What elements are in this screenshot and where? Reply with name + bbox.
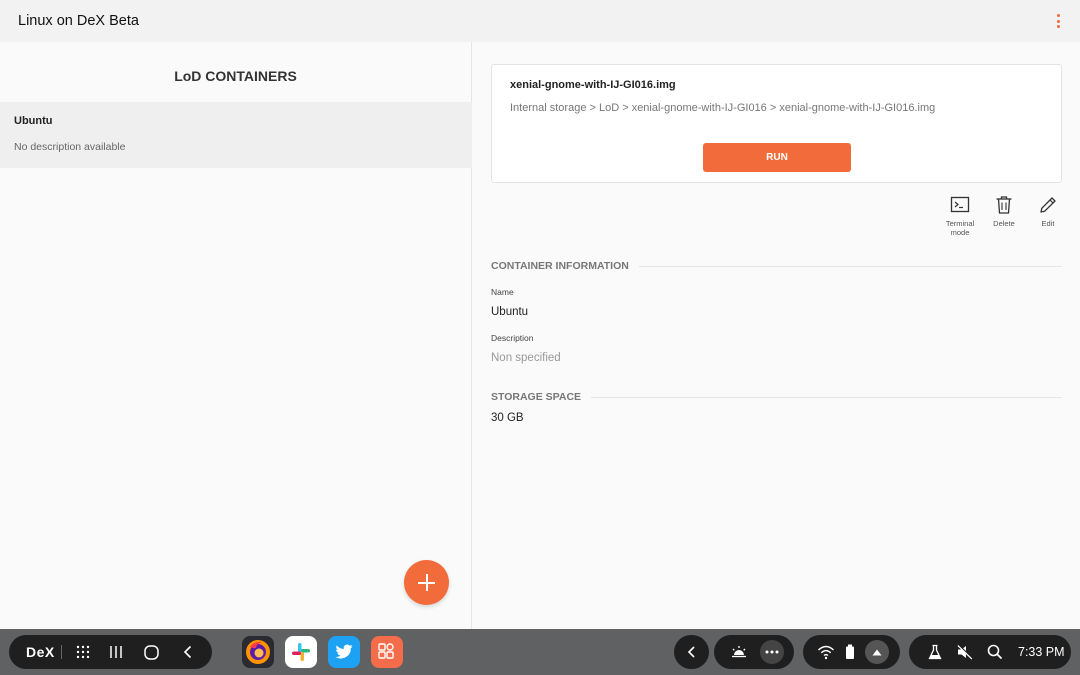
- apps-grid-icon[interactable]: [68, 644, 98, 660]
- terminal-icon: [950, 196, 970, 213]
- edit-button[interactable]: Edit: [1030, 194, 1066, 237]
- home-icon[interactable]: [134, 644, 170, 661]
- container-name: Ubuntu: [14, 115, 53, 127]
- overflow-menu-icon[interactable]: [1050, 12, 1066, 30]
- beaker-icon[interactable]: [927, 644, 943, 660]
- section-divider: [591, 396, 1062, 398]
- image-card: xenial-gnome-with-IJ-GI016.img Internal …: [491, 64, 1062, 183]
- twitter-icon[interactable]: [328, 636, 360, 668]
- run-button[interactable]: RUN: [703, 143, 851, 172]
- description-label: Description: [491, 333, 534, 343]
- name-value: Ubuntu: [491, 306, 529, 318]
- back-icon[interactable]: [170, 644, 206, 660]
- container-information-heading: CONTAINER INFORMATION: [491, 260, 629, 272]
- add-container-button[interactable]: [404, 560, 449, 605]
- recent-apps-icon[interactable]: [98, 644, 134, 660]
- edit-label: Edit: [1041, 219, 1055, 228]
- wifi-icon[interactable]: [817, 644, 835, 660]
- container-detail-panel: xenial-gnome-with-IJ-GI016.img Internal …: [473, 42, 1080, 629]
- window-title: Linux on DeX Beta: [18, 13, 139, 29]
- terminal-mode-label-2: mode: [950, 228, 970, 237]
- container-actions: Terminal mode Delete Edit: [942, 194, 1066, 237]
- terminal-mode-label-1: Terminal: [945, 219, 975, 228]
- containers-heading: LoD CONTAINERS: [174, 68, 297, 84]
- storage-space-section: STORAGE SPACE: [491, 391, 1062, 403]
- section-divider: [638, 265, 1062, 267]
- dex-taskbar: DeX 7:33 PM: [0, 629, 1080, 675]
- battery-icon[interactable]: [845, 644, 855, 660]
- delete-button[interactable]: Delete: [986, 194, 1022, 237]
- more-options-icon[interactable]: [760, 640, 784, 664]
- clock[interactable]: 7:33 PM: [1018, 645, 1065, 659]
- container-list-item[interactable]: Ubuntu No description available: [0, 102, 472, 168]
- firefox-icon[interactable]: [242, 636, 274, 668]
- navigation-pill: DeX: [9, 635, 212, 669]
- name-label: Name: [491, 287, 514, 297]
- image-name: xenial-gnome-with-IJ-GI016.img: [510, 79, 676, 91]
- expand-up-icon[interactable]: [865, 640, 889, 664]
- sunset-icon[interactable]: [730, 644, 748, 660]
- terminal-mode-button[interactable]: Terminal mode: [942, 194, 978, 237]
- description-value: Non specified: [491, 352, 561, 364]
- chevron-left-icon: [687, 646, 695, 658]
- containers-panel: LoD CONTAINERS Ubuntu No description ava…: [0, 42, 472, 629]
- status-pill-middle: [803, 635, 900, 669]
- mute-icon[interactable]: [956, 644, 974, 660]
- pencil-icon: [1040, 197, 1056, 213]
- slack-icon[interactable]: [285, 636, 317, 668]
- storage-space-heading: STORAGE SPACE: [491, 391, 582, 403]
- samsung-apps-icon[interactable]: [371, 636, 403, 668]
- container-description: No description available: [14, 141, 126, 153]
- trash-icon: [996, 196, 1012, 214]
- image-path: Internal storage > LoD > xenial-gnome-wi…: [510, 102, 936, 114]
- taskbar-collapse-button[interactable]: [674, 635, 709, 669]
- storage-value: 30 GB: [491, 412, 524, 424]
- delete-label: Delete: [993, 219, 1015, 228]
- taskbar-separator: [60, 645, 62, 659]
- search-icon[interactable]: [987, 644, 1003, 660]
- status-pill-left: [714, 635, 794, 669]
- title-bar: Linux on DeX Beta: [0, 0, 1080, 42]
- status-pill-right: 7:33 PM: [909, 635, 1071, 669]
- dex-button[interactable]: DeX: [26, 644, 55, 660]
- container-information-section: CONTAINER INFORMATION: [491, 260, 1062, 272]
